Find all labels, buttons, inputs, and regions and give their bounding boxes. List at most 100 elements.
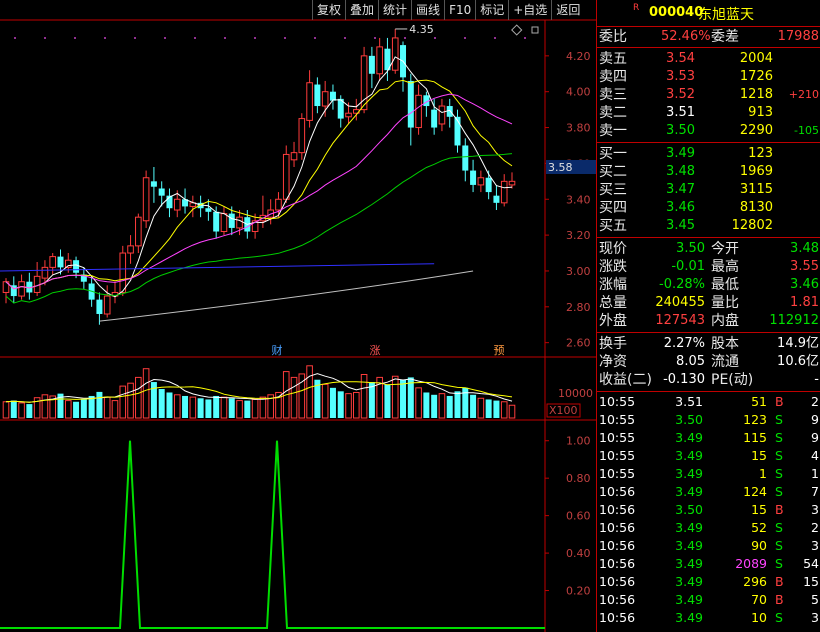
kline-chart-area[interactable]: 4.204.003.803.603.403.203.002.802.603.58… <box>0 0 596 632</box>
tick-direction: S <box>775 430 783 445</box>
tick-row[interactable]: 10:56 3.49 124 S 7 <box>597 483 820 501</box>
bid-row[interactable]: 买三 3.47 3115 <box>597 181 820 199</box>
bid-row[interactable]: 买五 3.45 12802 <box>597 217 820 235</box>
tick-time: 10:56 <box>599 592 636 607</box>
tick-row[interactable]: 10:55 3.49 115 S 9 <box>597 429 820 447</box>
tick-price: 3.49 <box>675 592 703 607</box>
event-marker: 预 <box>494 344 505 357</box>
ask-price: 3.51 <box>666 105 695 120</box>
volume-bar <box>500 401 508 419</box>
volume-bar <box>205 399 212 418</box>
bid-label: 买四 <box>599 200 627 216</box>
tick-count: 7 <box>811 484 819 499</box>
bid-row[interactable]: 买二 3.48 1969 <box>597 163 820 181</box>
volume-bar <box>111 400 119 419</box>
tick-count: 3 <box>811 610 819 625</box>
stats-row: 换手 2.27% 股本 14.9亿 <box>597 335 820 353</box>
tick-direction: S <box>775 520 783 535</box>
volume-bar <box>446 395 453 418</box>
tick-price: 3.49 <box>675 538 703 553</box>
toolbar-huaxian-button[interactable]: 画线 <box>411 0 444 20</box>
candle-body <box>64 259 72 268</box>
open-price: 3.48 <box>790 241 819 256</box>
volume-bar <box>470 394 477 418</box>
tick-direction: B <box>775 592 784 607</box>
outer-volume: 127543 <box>655 313 705 328</box>
ask-row[interactable]: 卖四 3.53 1726 <box>597 68 820 86</box>
indicator-tick-label: 1.00 <box>566 435 591 448</box>
volume-bar <box>2 401 10 419</box>
quote-row: 现价 3.50 今开 3.48 <box>597 240 820 258</box>
tick-row[interactable]: 10:55 3.49 1 S 1 <box>597 465 820 483</box>
volume-bar <box>337 391 344 418</box>
toolbar-zixuan-button[interactable]: +自选 <box>508 0 551 20</box>
volume-bar <box>166 392 173 418</box>
tick-price: 3.49 <box>675 466 703 481</box>
ask-change: -105 <box>794 124 819 137</box>
tick-row[interactable]: 10:56 3.49 90 S 3 <box>597 537 820 555</box>
bid-row[interactable]: 买一 3.49 123 <box>597 145 820 163</box>
ask-row[interactable]: 卖五 3.54 2004 <box>597 50 820 68</box>
ask-row[interactable]: 卖一 3.50 2290 -105 <box>597 122 820 140</box>
fundamentals: 换手 2.27% 股本 14.9亿 净资 8.05 流通 10.6亿 收益(二)… <box>597 333 820 392</box>
volume-bar <box>228 398 235 418</box>
quote-label: 内盘 <box>711 313 739 329</box>
candle-body <box>485 177 492 193</box>
tick-row[interactable]: 10:56 3.49 52 S 2 <box>597 519 820 537</box>
tick-row[interactable]: 10:55 3.50 123 S 9 <box>597 411 820 429</box>
tick-row[interactable]: 10:56 3.49 70 B 5 <box>597 591 820 609</box>
tick-price: 3.51 <box>675 394 703 409</box>
ask-volume: 2004 <box>739 51 773 66</box>
tick-time: 10:55 <box>599 412 636 427</box>
marker-dot <box>404 37 406 39</box>
volume-tick-label: 10000 <box>558 387 593 400</box>
margin-flag: R <box>633 3 640 13</box>
kline-svg[interactable]: 4.204.003.803.603.403.203.002.802.603.58… <box>0 0 596 632</box>
toolbar-tongji-button[interactable]: 统计 <box>378 0 411 20</box>
tick-row[interactable]: 10:56 3.49 2089 S 54 <box>597 555 820 573</box>
bid-row[interactable]: 买四 3.46 8130 <box>597 199 820 217</box>
bid-price: 3.45 <box>666 218 695 233</box>
tick-row[interactable]: 10:55 3.49 15 S 4 <box>597 447 820 465</box>
bid-label: 买一 <box>599 146 627 162</box>
tick-row[interactable]: 10:55 3.51 51 B 2 <box>597 393 820 411</box>
candle-body <box>298 118 306 154</box>
price-tick-label: 2.80 <box>566 301 591 314</box>
volume-bar <box>329 387 336 418</box>
tick-row[interactable]: 10:56 3.49 10 S 3 <box>597 609 820 627</box>
volume-bar <box>477 397 485 419</box>
marker-dot <box>284 37 286 39</box>
tick-count: 5 <box>811 592 819 607</box>
ask-row[interactable]: 卖二 3.51 913 <box>597 104 820 122</box>
volume-bar <box>73 401 80 418</box>
candle-body <box>127 245 134 254</box>
weicha-value: 17988 <box>777 29 819 44</box>
candle-body <box>275 198 282 211</box>
toolbar-f10-button[interactable]: F10 <box>444 0 475 20</box>
candle-body <box>73 260 80 273</box>
volume-bar <box>18 402 25 419</box>
candle-body <box>41 266 49 279</box>
toolbar-fuquan-button[interactable]: 复权 <box>312 0 345 20</box>
candle-body <box>158 188 165 196</box>
tick-direction: B <box>775 574 784 589</box>
quote-label: 最高 <box>711 259 739 275</box>
marker-dot <box>164 37 166 39</box>
candle-body <box>391 37 399 71</box>
volume-bar <box>119 385 127 419</box>
toolbar-diejia-button[interactable]: 叠加 <box>345 0 378 20</box>
candle-body <box>368 55 375 74</box>
tick-row[interactable]: 10:56 3.49 296 B 15 <box>597 573 820 591</box>
price-change: -0.01 <box>671 259 705 274</box>
tick-row[interactable]: 10:56 3.50 15 B 3 <box>597 501 820 519</box>
tick-list[interactable]: 10:55 3.51 51 B 2 10:55 3.50 123 S 9 10:55 3.49 115 S… <box>597 392 820 627</box>
candle-body <box>18 281 25 297</box>
float-shares: 10.6亿 <box>777 354 819 369</box>
toolbar-biaoji-button[interactable]: 标记 <box>475 0 508 20</box>
turnover-rate: 2.27% <box>663 336 705 351</box>
toolbar-back-button[interactable]: 返回 <box>551 0 584 20</box>
ask-row[interactable]: 卖三 3.52 1218 +210 <box>597 86 820 104</box>
tick-time: 10:55 <box>599 466 636 481</box>
volume-bar <box>189 396 197 419</box>
quote-row: 总量 240455 量比 1.81 <box>597 294 820 312</box>
